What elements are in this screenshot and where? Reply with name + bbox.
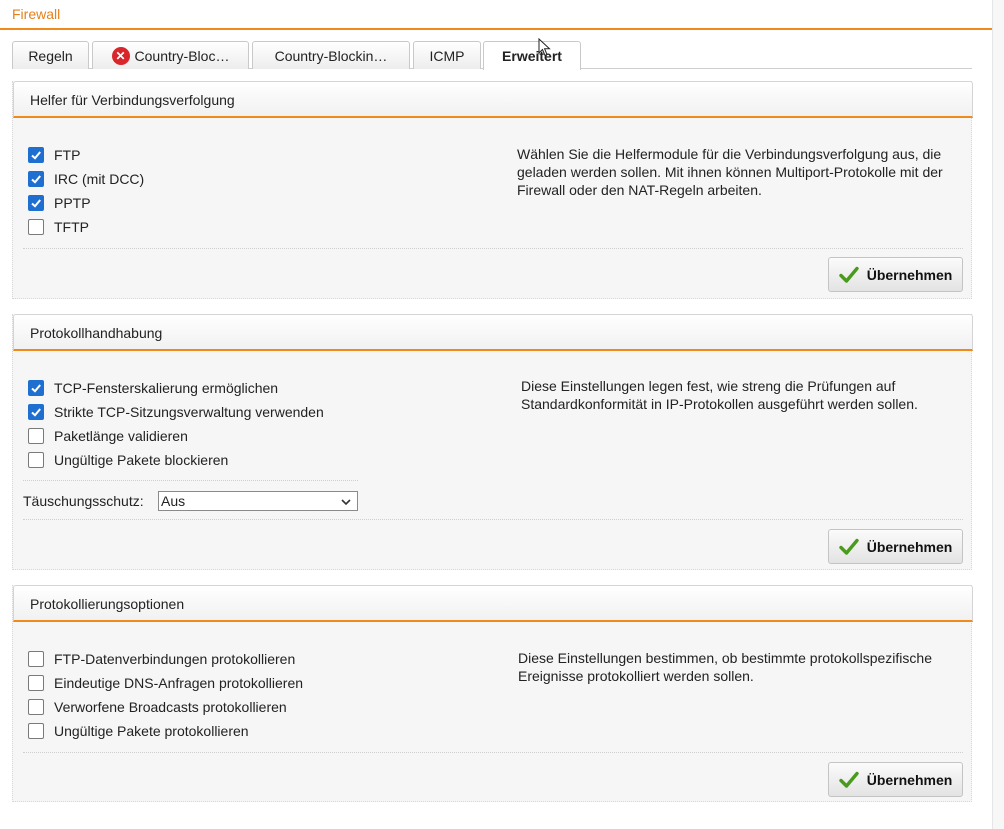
checkbox[interactable] <box>28 219 44 235</box>
panel-logging-options: Protokollierungsoptionen FTP-Datenverbin… <box>12 585 973 802</box>
panel-description: Diese Einstellungen legen fest, wie stre… <box>521 378 918 412</box>
option-irc[interactable]: IRC (mit DCC) <box>28 171 144 187</box>
tab-erweitert[interactable]: Erweitert <box>483 41 581 70</box>
option-strict-tcp-session[interactable]: Strikte TCP-Sitzungsverwaltung verwenden <box>28 404 324 420</box>
apply-button[interactable]: Übernehmen <box>828 529 963 564</box>
spoof-protection-select[interactable]: Aus <box>158 491 358 511</box>
apply-button[interactable]: Übernehmen <box>828 762 963 797</box>
divider <box>23 480 358 481</box>
panel-connection-tracking-helpers: Helfer für Verbindungsverfolgung FTP IRC… <box>12 81 973 299</box>
panel-header: Protokollhandhabung <box>13 314 973 351</box>
option-tftp[interactable]: TFTP <box>28 219 89 235</box>
panel-title: Protokollierungsoptionen <box>30 596 185 612</box>
panel-header: Helfer für Verbindungsverfolgung <box>13 81 973 118</box>
option-block-invalid-packets[interactable]: Ungültige Pakete blockieren <box>28 452 228 468</box>
checkbox[interactable] <box>28 723 44 739</box>
option-ftp[interactable]: FTP <box>28 147 80 163</box>
chevron-down-icon <box>341 495 351 511</box>
checkmark-icon <box>839 266 859 284</box>
option-log-dns-requests[interactable]: Eindeutige DNS-Anfragen protokollieren <box>28 675 303 691</box>
panel-header: Protokollierungsoptionen <box>13 585 973 622</box>
divider <box>23 248 963 249</box>
checkbox[interactable] <box>28 428 44 444</box>
apply-button[interactable]: Übernehmen <box>828 257 963 292</box>
option-pptp[interactable]: PPTP <box>28 195 91 211</box>
option-log-invalid-packets[interactable]: Ungültige Pakete protokollieren <box>28 723 249 739</box>
apply-label: Übernehmen <box>866 771 953 788</box>
tab-label: Country-Blockin… <box>274 47 388 64</box>
scrollbar[interactable] <box>992 0 1004 829</box>
tab-label: Erweitert <box>502 48 562 64</box>
divider <box>23 519 963 520</box>
checkbox[interactable] <box>28 675 44 691</box>
option-tcp-window-scaling[interactable]: TCP-Fensterskalierung ermöglichen <box>28 380 278 396</box>
spoof-protection-label: Täuschungsschutz: <box>23 493 144 509</box>
panel-title: Protokollhandhabung <box>30 325 163 341</box>
error-x-icon: ✕ <box>111 46 130 65</box>
option-label: Ungültige Pakete blockieren <box>54 452 229 468</box>
panel-title: Helfer für Verbindungsverfolgung <box>30 92 235 108</box>
option-label: Strikte TCP-Sitzungsverwaltung verwenden <box>54 404 324 420</box>
panel-protocol-handling: Protokollhandhabung TCP-Fensterskalierun… <box>12 314 973 570</box>
checkbox[interactable] <box>28 651 44 667</box>
tab-icmp[interactable]: ICMP <box>413 41 481 69</box>
divider <box>23 752 963 753</box>
panel-description: Diese Einstellungen bestimmen, ob bestim… <box>518 650 932 684</box>
select-value: Aus <box>161 493 186 509</box>
apply-label: Übernehmen <box>866 538 953 555</box>
option-label: IRC (mit DCC) <box>54 171 145 187</box>
checkmark-icon <box>839 771 859 789</box>
page-title: Firewall <box>12 6 61 22</box>
checkbox[interactable] <box>28 452 44 468</box>
option-validate-packet-length[interactable]: Paketlänge validieren <box>28 428 188 444</box>
checkbox[interactable] <box>28 699 44 715</box>
mouse-cursor-icon <box>538 37 552 61</box>
option-label: Verworfene Broadcasts protokollieren <box>54 699 287 715</box>
checkbox[interactable] <box>28 380 44 396</box>
checkbox[interactable] <box>28 404 44 420</box>
page-header: Firewall <box>0 0 992 30</box>
option-label: Ungültige Pakete protokollieren <box>54 723 249 739</box>
tab-country-blocking-1[interactable]: ✕ Country-Bloc… <box>92 41 249 69</box>
checkbox[interactable] <box>28 195 44 211</box>
checkbox[interactable] <box>28 171 44 187</box>
option-log-dropped-broadcasts[interactable]: Verworfene Broadcasts protokollieren <box>28 699 287 715</box>
checkbox[interactable] <box>28 147 44 163</box>
panel-description: Wählen Sie die Helfermodule für die Verb… <box>517 146 943 198</box>
tab-label: ICMP <box>429 47 465 64</box>
option-log-ftp-data[interactable]: FTP-Datenverbindungen protokollieren <box>28 651 295 667</box>
tab-label: Regeln <box>28 47 73 64</box>
option-label: Eindeutige DNS-Anfragen protokollieren <box>54 675 304 691</box>
option-label: FTP-Datenverbindungen protokollieren <box>54 651 296 667</box>
option-label: TFTP <box>54 219 89 235</box>
tab-label: Country-Bloc… <box>134 47 230 64</box>
option-label: Paketlänge validieren <box>54 428 188 444</box>
option-label: TCP-Fensterskalierung ermöglichen <box>54 380 279 396</box>
tab-bar: Regeln ✕ Country-Bloc… Country-Blockin… … <box>12 41 972 70</box>
option-label: FTP <box>54 147 81 163</box>
checkmark-icon <box>839 538 859 556</box>
apply-label: Übernehmen <box>866 266 953 283</box>
tab-regeln[interactable]: Regeln <box>12 41 89 69</box>
tab-country-blocking-2[interactable]: Country-Blockin… <box>252 41 410 69</box>
option-label: PPTP <box>54 195 91 211</box>
